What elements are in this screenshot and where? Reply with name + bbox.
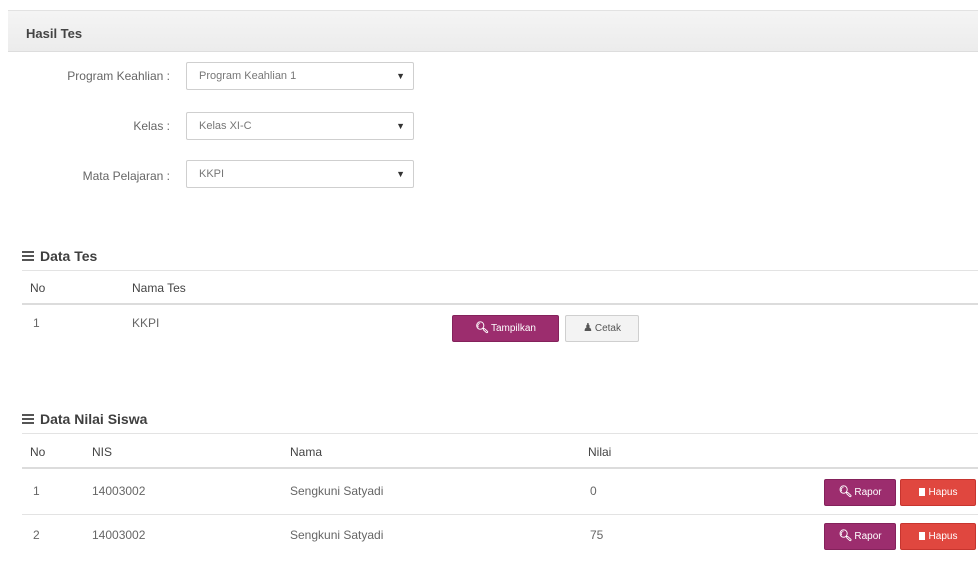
search-icon: 🔍︎	[838, 486, 853, 498]
divider	[22, 303, 978, 305]
trash-icon	[918, 532, 925, 540]
column-header-no: No	[30, 281, 46, 295]
divider	[22, 514, 978, 515]
row-no: 2	[33, 528, 40, 542]
user-icon: ♟	[583, 322, 593, 334]
trash-icon	[918, 488, 925, 496]
column-header-no: No	[30, 445, 46, 459]
rapor-button[interactable]: 🔍︎ Rapor	[824, 479, 896, 506]
mata-pelajaran-select[interactable]: KKPI ▼	[186, 160, 414, 188]
kelas-value: Kelas XI-C	[199, 120, 252, 132]
hapus-button[interactable]: Hapus	[900, 479, 976, 506]
row-nis: 14003002	[92, 528, 146, 542]
program-keahlian-select[interactable]: Program Keahlian 1 ▼	[186, 62, 414, 90]
divider	[22, 270, 978, 271]
rapor-button[interactable]: 🔍︎ Rapor	[824, 523, 896, 550]
panel-header	[8, 10, 978, 52]
kelas-label: Kelas :	[133, 119, 170, 133]
cetak-button[interactable]: ♟ Cetak	[565, 315, 639, 342]
row-no: 1	[33, 316, 40, 330]
column-header-nilai: Nilai	[588, 445, 612, 459]
dropdown-caret-icon: ▼	[396, 121, 405, 131]
program-keahlian-value: Program Keahlian 1	[199, 70, 297, 82]
search-icon: 🔍︎	[838, 530, 853, 542]
list-icon	[22, 251, 34, 261]
data-tes-title: Data Tes	[22, 248, 97, 264]
row-no: 1	[33, 484, 40, 498]
dropdown-caret-icon: ▼	[396, 169, 405, 179]
mata-pelajaran-label: Mata Pelajaran :	[82, 169, 170, 183]
hapus-button[interactable]: Hapus	[900, 523, 976, 550]
list-icon	[22, 414, 34, 424]
kelas-select[interactable]: Kelas XI-C ▼	[186, 112, 414, 140]
column-header-nama: Nama	[290, 445, 323, 459]
row-nis: 14003002	[92, 484, 146, 498]
search-icon: 🔍︎	[475, 322, 489, 334]
divider	[22, 433, 978, 434]
row-nama: Sengkuni Satyadi	[290, 528, 384, 542]
row-nama: Sengkuni Satyadi	[290, 484, 384, 498]
dropdown-caret-icon: ▼	[396, 71, 405, 81]
program-keahlian-label: Program Keahlian :	[67, 69, 170, 83]
row-nama-tes: KKPI	[132, 316, 160, 330]
tampilkan-button[interactable]: 🔍︎ Tampilkan	[452, 315, 559, 342]
data-nilai-siswa-title: Data Nilai Siswa	[22, 411, 147, 427]
mata-pelajaran-value: KKPI	[199, 168, 225, 180]
row-nilai: 0	[590, 484, 597, 498]
row-nilai: 75	[590, 528, 604, 542]
panel-title: Hasil Tes	[26, 26, 83, 41]
divider	[22, 467, 978, 469]
column-header-nama-tes: Nama Tes	[132, 281, 186, 295]
column-header-nis: NIS	[92, 445, 113, 459]
